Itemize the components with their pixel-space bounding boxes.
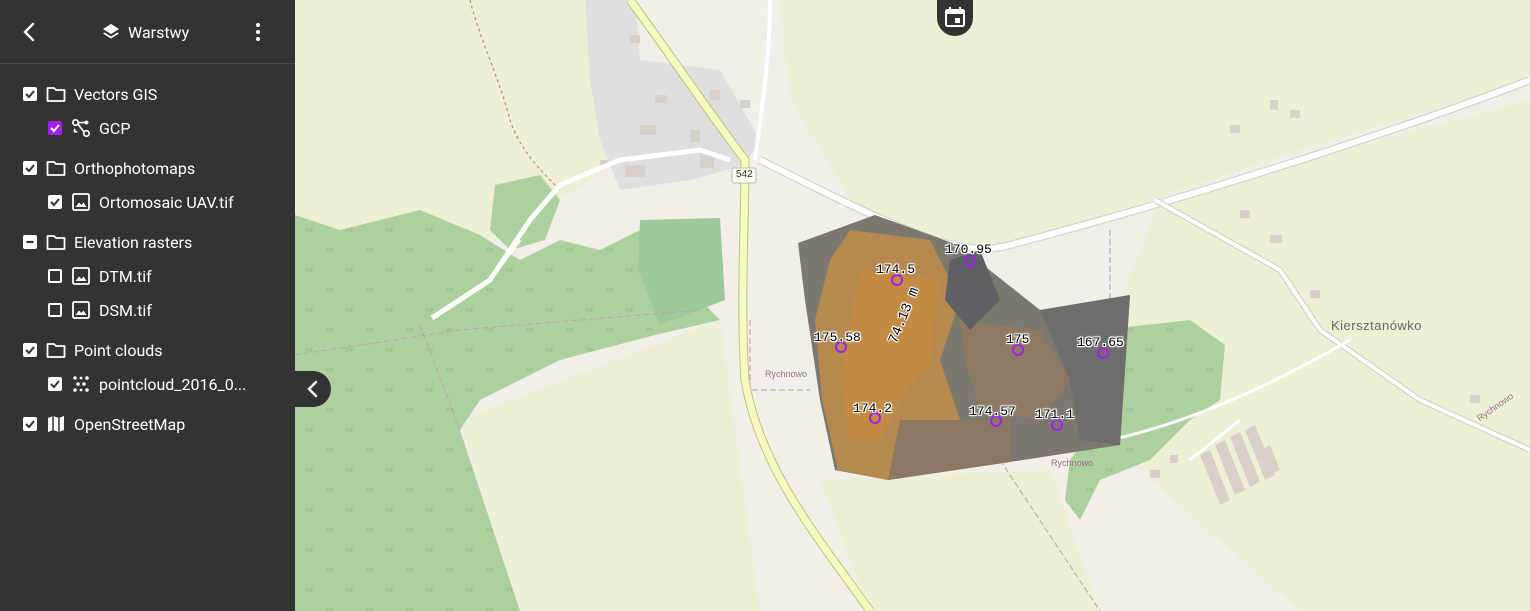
map-canvas[interactable]: ᵠᵠ ᵠᵠ — [295, 0, 1530, 611]
more-vert-icon — [256, 23, 260, 41]
layer-checkbox[interactable] — [48, 195, 62, 209]
gcp-label: 174.57 — [969, 404, 1016, 419]
gcp-label: 167.65 — [1077, 335, 1124, 350]
layers-icon — [103, 24, 119, 39]
layer-label: Ortomosaic UAV.tif — [99, 192, 234, 212]
place-label-rychnowo-1: Rychnowo — [765, 369, 808, 379]
layer-label: Point clouds — [74, 340, 163, 360]
layer-row[interactable]: GCP — [0, 113, 343, 143]
layer-checkbox[interactable] — [23, 87, 37, 101]
layer-label: Orthophotomaps — [74, 158, 196, 178]
layer-row[interactable]: Elevation rasters — [0, 227, 318, 257]
layer-label: OpenStreetMap — [74, 414, 186, 434]
folder-icon — [46, 340, 66, 360]
layer-row[interactable]: Point clouds — [0, 335, 318, 365]
layer-checkbox[interactable] — [23, 161, 37, 175]
layer-row[interactable]: DTM.tif — [0, 261, 343, 291]
chevron-left-icon — [23, 22, 35, 42]
place-label-kiersztanowko: Kiersztanówko — [1331, 318, 1423, 333]
gcp-label: 174.2 — [853, 401, 893, 416]
layer-row[interactable]: DSM.tif — [0, 295, 343, 325]
layer-label: pointcloud_2016_0... — [99, 374, 247, 394]
calendar-icon — [945, 7, 965, 27]
layer-checkbox[interactable] — [23, 417, 37, 431]
map-icon — [46, 414, 66, 434]
more-options-button[interactable] — [248, 20, 268, 44]
road-number-label: 542 — [736, 169, 753, 180]
folder-icon — [46, 84, 66, 104]
date-picker-button[interactable] — [937, 0, 973, 36]
gcp-label: 171.1 — [1035, 407, 1075, 422]
folder-icon — [46, 232, 66, 252]
layer-label: Elevation rasters — [74, 232, 193, 252]
layer-label: Vectors GIS — [74, 84, 158, 104]
pointcloud-icon — [71, 374, 91, 394]
panel-title: Warstwy — [102, 20, 189, 44]
gcp-label: 170.95 — [945, 242, 992, 257]
layer-label: DTM.tif — [99, 266, 152, 286]
image-icon — [71, 300, 91, 320]
layer-checkbox[interactable] — [23, 343, 37, 357]
chevron-left-icon — [307, 380, 318, 398]
layer-label: DSM.tif — [99, 300, 152, 320]
image-icon — [71, 266, 91, 286]
layer-checkbox[interactable] — [23, 235, 37, 249]
collapse-panel-button[interactable] — [295, 371, 331, 407]
layer-row[interactable]: Orthophotomaps — [0, 153, 318, 183]
panel-title-text: Warstwy — [128, 22, 190, 42]
place-label-rychnowo-2: Rychnowo — [1051, 458, 1094, 468]
vector-path-icon — [71, 118, 91, 138]
image-icon — [71, 192, 91, 212]
layer-checkbox[interactable] — [48, 121, 62, 135]
gcp-label: 174.5 — [876, 262, 916, 277]
layer-row[interactable]: Vectors GIS — [0, 79, 318, 109]
layer-checkbox[interactable] — [48, 377, 62, 391]
layer-row[interactable]: pointcloud_2016_0... — [0, 369, 343, 399]
gcp-label: 175 — [1006, 332, 1030, 347]
layer-row[interactable]: Ortomosaic UAV.tif — [0, 187, 343, 217]
panel-header: Warstwy — [0, 0, 295, 64]
gcp-label: 175.58 — [814, 330, 861, 345]
back-button[interactable] — [18, 20, 40, 44]
layer-checkbox[interactable] — [48, 303, 62, 317]
layer-checkbox[interactable] — [48, 269, 62, 283]
layer-row[interactable]: OpenStreetMap — [0, 409, 318, 439]
layer-label: GCP — [99, 118, 131, 138]
folder-icon — [46, 158, 66, 178]
layers-panel: Warstwy Vectors GIS GCP Orthophotomaps Orto… — [0, 0, 295, 611]
